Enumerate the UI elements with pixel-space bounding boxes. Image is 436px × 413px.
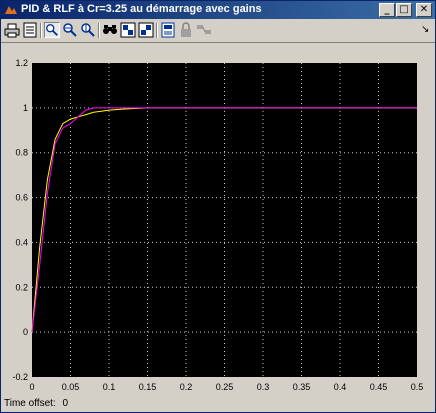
y-tick-label: -0.2 — [12, 372, 28, 382]
y-tick-label: 0.2 — [15, 282, 28, 292]
close-button[interactable]: ✕ — [416, 3, 432, 17]
scope-chart[interactable]: 0 0.05 0.1 0.15 0.2 0.25 0.3 0.35 0.4 0.45 0.5 -0.… — [1, 43, 435, 394]
x-tick-label: 0.25 — [216, 382, 234, 392]
zoom-y-icon[interactable] — [80, 22, 96, 38]
autoscale-icon[interactable] — [102, 22, 118, 38]
restore-axes-icon[interactable] — [138, 22, 154, 38]
x-tick-label: 0.5 — [411, 382, 424, 392]
x-tick-label: 0.45 — [370, 382, 388, 392]
x-tick-label: 0.4 — [334, 382, 347, 392]
plot-area: 0 0.05 0.1 0.15 0.2 0.25 0.3 0.35 0.4 0.45 0.5 -0.… — [1, 43, 435, 394]
lock-icon[interactable] — [178, 22, 194, 38]
parameters-icon[interactable] — [22, 22, 38, 38]
properties-icon[interactable] — [160, 22, 176, 38]
minimize-button[interactable]: _ — [379, 3, 395, 17]
y-tick-label: 0.6 — [15, 193, 28, 203]
dock-arrow-icon[interactable]: ↘ — [421, 24, 429, 35]
toolbar: ↘ — [1, 20, 435, 43]
window-title: PID & RLF à Cr=3.25 au démarrage avec ga… — [21, 3, 262, 15]
x-tick-label: 0.1 — [103, 382, 116, 392]
x-tick-label: 0.3 — [257, 382, 270, 392]
scope-window: PID & RLF à Cr=3.25 au démarrage avec ga… — [0, 0, 436, 413]
x-tick-labels: 0 0.05 0.1 0.15 0.2 0.25 0.3 0.35 0.4 0.45 0.5 — [29, 382, 423, 392]
toolbar-separator — [40, 23, 42, 38]
y-tick-label: 0.4 — [15, 237, 28, 247]
zoom-x-icon[interactable] — [62, 22, 78, 38]
x-tick-label: 0.15 — [139, 382, 157, 392]
x-tick-label: 0.05 — [62, 382, 80, 392]
zoom-icon[interactable] — [44, 22, 60, 38]
status-bar: Time offset: 0 — [1, 395, 435, 413]
y-tick-labels: -0.2 0 0.2 0.4 0.6 0.8 1 1.2 — [12, 58, 28, 382]
time-offset-value: 0 — [62, 398, 69, 409]
y-tick-label: 0.8 — [15, 148, 28, 158]
x-tick-label: 0.2 — [180, 382, 193, 392]
title-bar[interactable]: PID & RLF à Cr=3.25 au démarrage avec ga… — [1, 1, 435, 19]
toolbar-separator — [98, 23, 100, 38]
y-tick-label: 0 — [23, 327, 28, 337]
y-tick-label: 1 — [23, 103, 28, 113]
x-tick-label: 0.35 — [293, 382, 311, 392]
save-axes-icon[interactable] — [120, 22, 136, 38]
time-offset-label: Time offset: — [4, 398, 56, 409]
toolbar-separator — [156, 23, 158, 38]
time-offset-readout: Time offset: 0 — [4, 398, 68, 409]
x-tick-label: 0 — [29, 382, 34, 392]
maximize-button[interactable]: □ — [396, 3, 412, 17]
matlab-icon — [5, 6, 17, 14]
signal-selection-icon[interactable] — [196, 22, 212, 38]
print-icon[interactable] — [4, 22, 20, 38]
y-tick-label: 1.2 — [15, 58, 28, 68]
